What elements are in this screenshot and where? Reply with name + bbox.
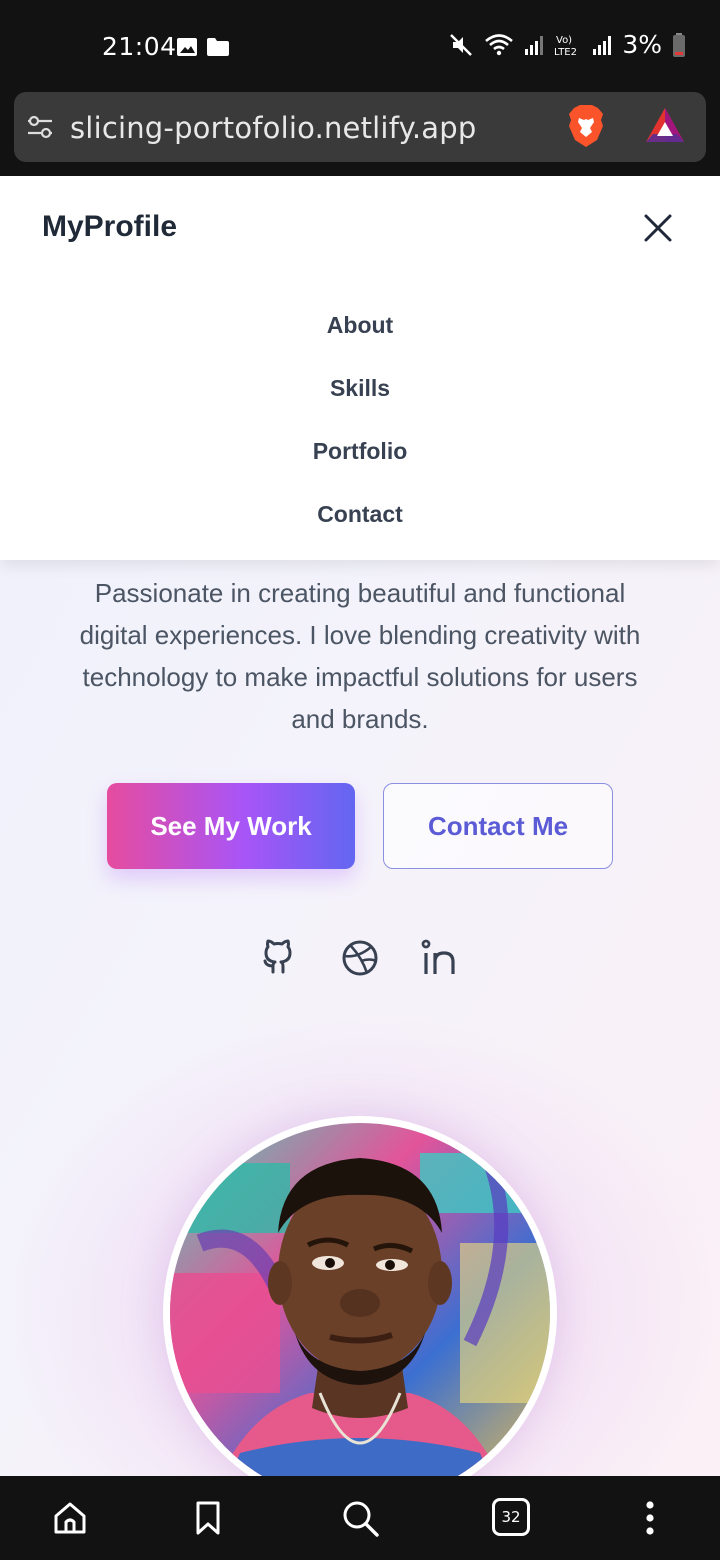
webpage: MyProfile About Skills Portfolio Contact… (0, 176, 720, 1476)
signal-icon (593, 35, 612, 55)
dribbble-icon[interactable] (340, 938, 380, 978)
tabs-button[interactable]: 32 (492, 1498, 530, 1536)
tab-count: 32 (501, 1508, 521, 1526)
github-icon[interactable] (258, 938, 298, 978)
brave-rewards-icon[interactable] (644, 106, 686, 146)
image-icon (177, 38, 197, 56)
address-bar[interactable]: slicing-portofolio.netlify.app (14, 92, 706, 162)
svg-text:LTE2: LTE2 (554, 47, 577, 58)
status-right: Vo) LTE2 3% (448, 30, 686, 59)
browser-bottom-nav: 32 (0, 1476, 720, 1560)
bio-line: technology to make impactful solutions f… (82, 662, 638, 692)
folder-icon (207, 38, 229, 56)
url-text[interactable]: slicing-portofolio.netlify.app (70, 111, 476, 145)
svg-text:Vo): Vo) (556, 35, 572, 46)
browser-toolbar: slicing-portofolio.netlify.app (0, 90, 720, 176)
search-icon[interactable] (340, 1498, 380, 1538)
battery-level: 3% (622, 30, 662, 59)
battery-icon (673, 32, 685, 57)
status-time: 21:04 (102, 32, 177, 61)
profile-photo-frame (163, 1116, 557, 1476)
brand-logo[interactable]: MyProfile (42, 210, 177, 244)
home-icon[interactable] (50, 1498, 90, 1538)
bio-line: and brands. (291, 704, 429, 734)
nav-link-portfolio[interactable]: Portfolio (0, 438, 720, 465)
signal-icon (525, 35, 544, 55)
mobile-nav-menu: MyProfile About Skills Portfolio Contact (0, 176, 720, 560)
close-icon[interactable] (638, 208, 678, 248)
nav-link-contact[interactable]: Contact (0, 501, 720, 528)
linkedin-icon[interactable] (420, 938, 460, 978)
profile-photo (170, 1123, 550, 1476)
wifi-icon (485, 33, 514, 55)
nav-link-skills[interactable]: Skills (0, 375, 720, 402)
nav-link-about[interactable]: About (0, 312, 720, 339)
bookmark-icon[interactable] (188, 1498, 228, 1538)
see-my-work-button[interactable]: See My Work (107, 783, 355, 869)
status-bar: 21:04 Vo) LTE2 3% (0, 0, 720, 90)
mute-icon (450, 33, 473, 56)
hero-bio: Passionate in creating beautiful and fun… (40, 572, 680, 740)
bio-line: digital experiences. I love blending cre… (79, 620, 641, 650)
bio-line: Passionate in creating beautiful and fun… (94, 578, 626, 608)
volte-icon: Vo) LTE2 (554, 35, 577, 58)
more-menu-icon[interactable] (630, 1498, 670, 1538)
contact-me-button[interactable]: Contact Me (383, 783, 613, 869)
site-settings-icon[interactable] (26, 114, 54, 140)
brave-shields-icon[interactable] (566, 104, 606, 148)
